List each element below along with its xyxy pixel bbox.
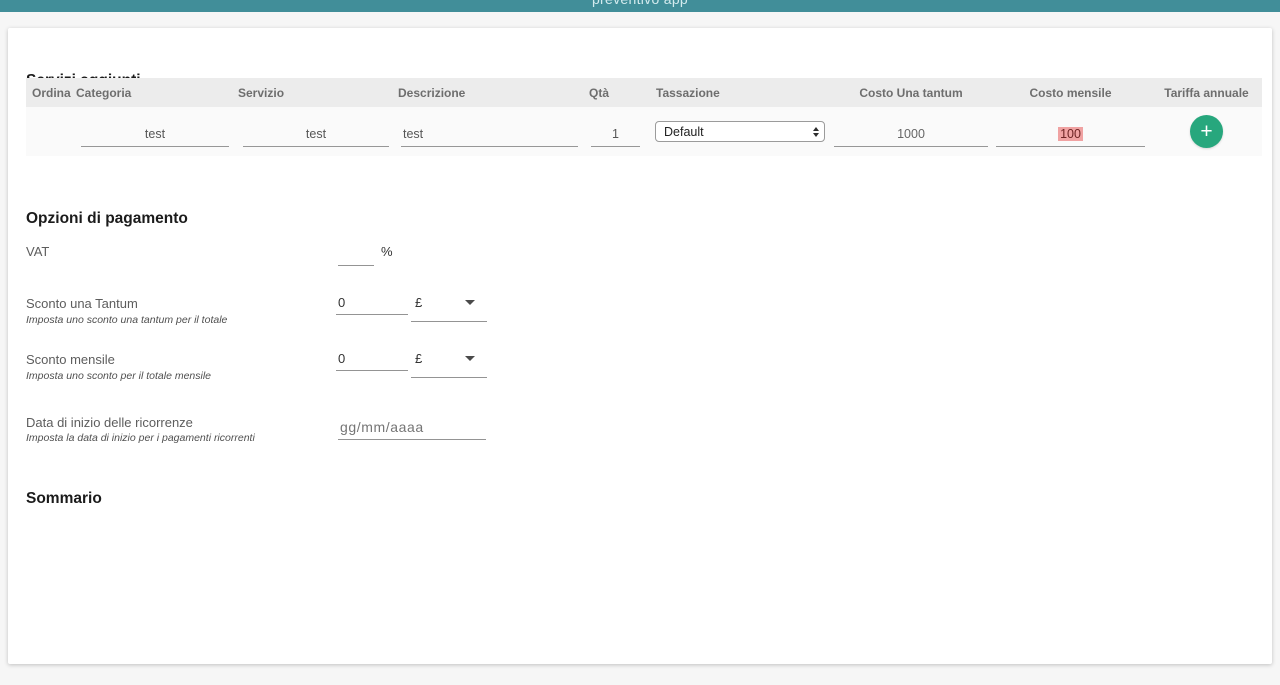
monthly-discount-label: Sconto mensile <box>26 352 115 367</box>
service-row: Default 100 + <box>26 107 1262 156</box>
monthly-cost-input[interactable]: 100 <box>996 121 1145 147</box>
col-header-tariffa-annuale: Tariffa annuale <box>1151 86 1262 100</box>
col-header-costo-mensile: Costo mensile <box>990 86 1151 100</box>
description-input[interactable] <box>401 121 578 147</box>
col-header-qta: Qtà <box>583 86 648 100</box>
tax-select[interactable]: Default <box>655 121 825 142</box>
col-header-categoria: Categoria <box>74 86 236 100</box>
services-table-header: Ordina Categoria Servizio Descrizione Qt… <box>26 78 1262 107</box>
monthly-discount-input[interactable] <box>336 351 408 371</box>
service-input[interactable] <box>243 121 389 147</box>
one-time-discount-input[interactable] <box>336 295 408 315</box>
col-header-costo-una-tantum: Costo Una tantum <box>832 86 990 100</box>
one-time-discount-hint: Imposta uno sconto una tantum per il tot… <box>26 314 227 326</box>
app-top-bar: preventivo app <box>0 0 1280 12</box>
one-time-discount-currency-select[interactable]: £ <box>411 295 487 322</box>
monthly-discount-hint: Imposta uno sconto per il totale mensile <box>26 370 211 382</box>
monthly-discount-currency-select[interactable]: £ <box>411 351 487 378</box>
one-time-discount-currency-value: £ <box>415 295 422 310</box>
recurrence-start-hint: Imposta la data di inizio per i pagament… <box>26 432 255 444</box>
summary-section-title: Sommario <box>26 490 102 508</box>
vat-percent-suffix: % <box>381 244 393 259</box>
quantity-input[interactable] <box>591 121 640 147</box>
col-header-servizio: Servizio <box>236 86 396 100</box>
payment-section-title: Opzioni di pagamento <box>26 210 188 228</box>
col-header-tassazione: Tassazione <box>648 86 832 100</box>
order-handle-cell <box>26 107 74 156</box>
monthly-discount-currency-value: £ <box>415 351 422 366</box>
vat-label: VAT <box>26 244 49 259</box>
tax-select-value: Default <box>664 125 704 139</box>
recurrence-start-date-input[interactable] <box>338 419 486 440</box>
col-header-descrizione: Descrizione <box>396 86 583 100</box>
dropdown-caret-icon <box>465 300 475 305</box>
category-input[interactable] <box>81 121 229 147</box>
dropdown-caret-icon <box>465 356 475 361</box>
select-spinner-icon <box>813 127 819 137</box>
main-panel: Servizi aggiunti Ordina Categoria Serviz… <box>8 28 1272 664</box>
vat-input[interactable] <box>338 246 374 266</box>
one-time-discount-label: Sconto una Tantum <box>26 296 138 311</box>
one-time-cost-input[interactable] <box>834 121 988 147</box>
monthly-cost-selected-text: 100 <box>1058 127 1083 141</box>
add-service-button[interactable]: + <box>1190 115 1223 148</box>
col-header-ordina: Ordina <box>26 86 74 100</box>
recurrence-start-label: Data di inizio delle ricorrenze <box>26 415 193 430</box>
app-title: preventivo app <box>0 0 1280 7</box>
